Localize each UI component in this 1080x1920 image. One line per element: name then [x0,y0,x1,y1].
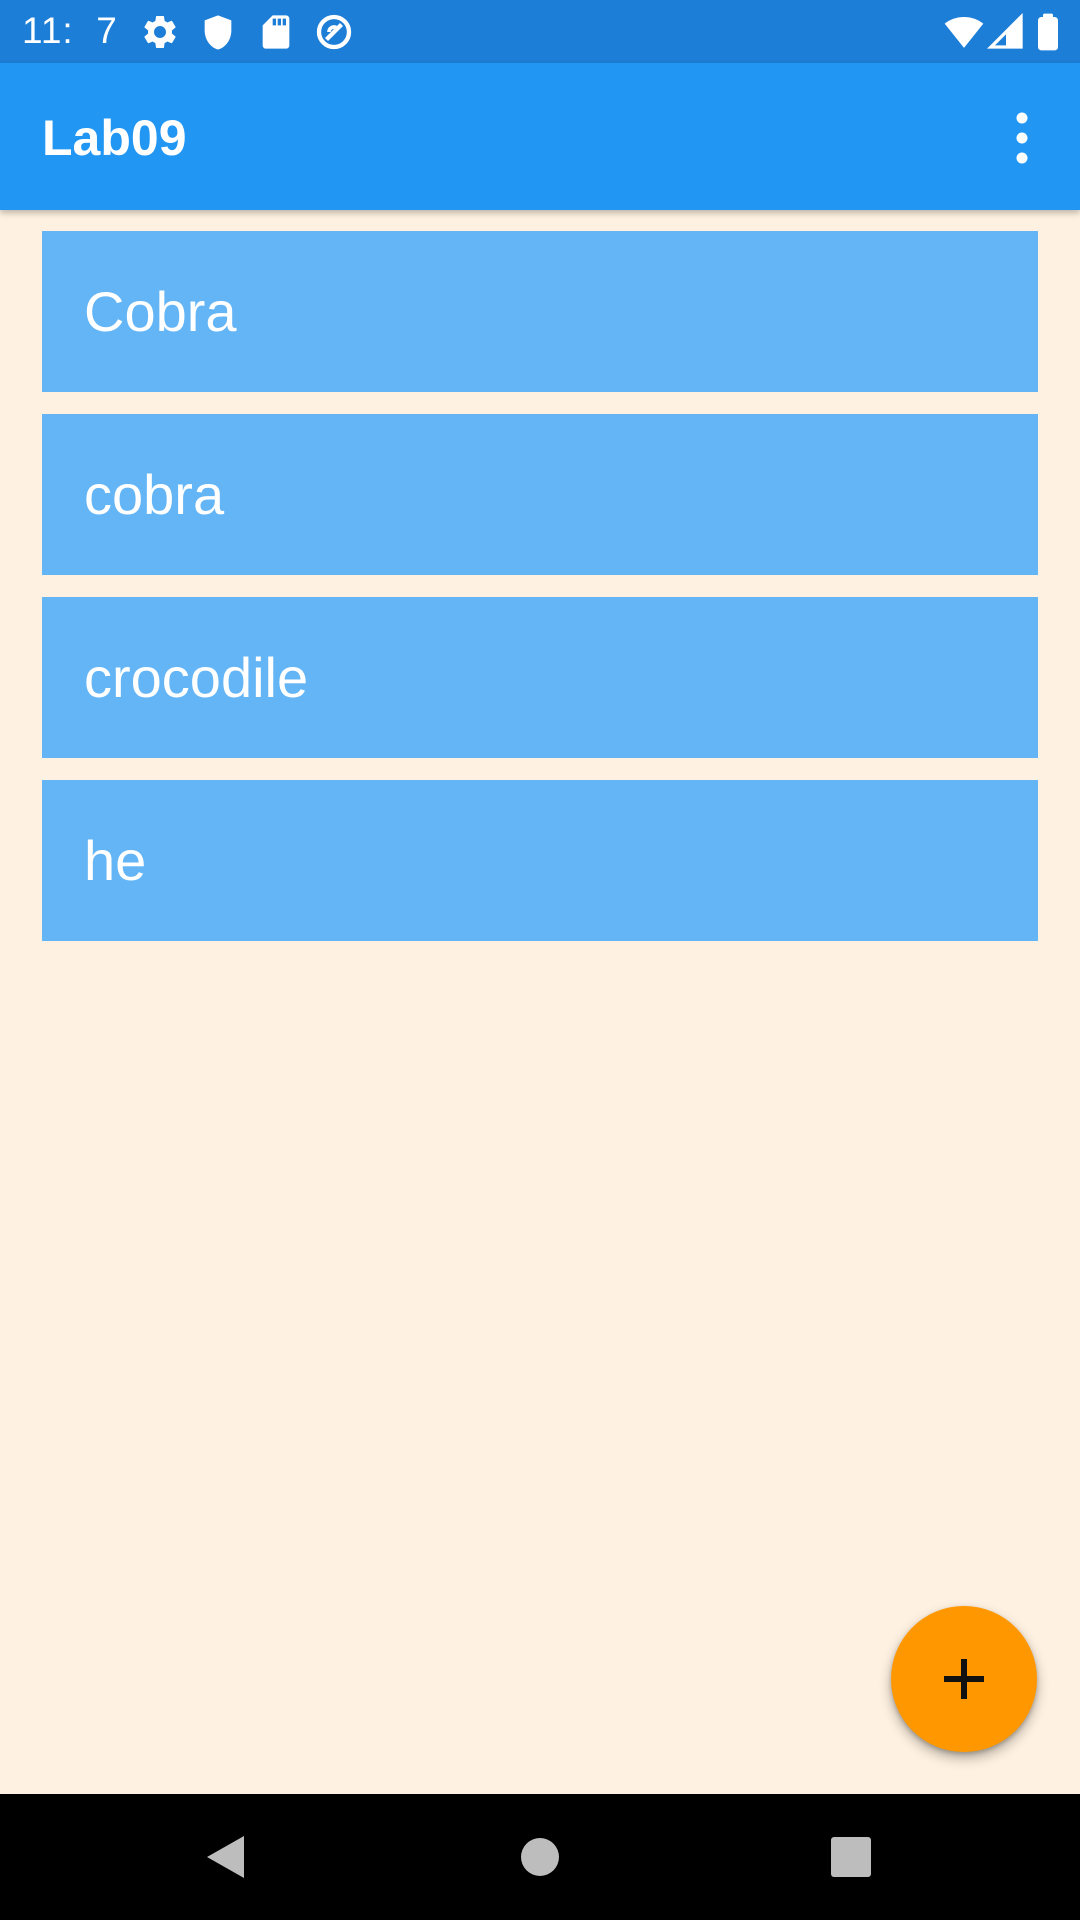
battery-icon [1030,12,1066,52]
cell-signal-icon [986,12,1026,52]
wifi-icon [944,12,984,52]
gear-icon [140,12,180,52]
app-bar: Lab09 [0,63,1080,210]
list-item-label: he [84,828,147,892]
status-bar: 11: 7 [0,0,1080,63]
add-fab-button[interactable] [891,1606,1037,1752]
home-icon[interactable] [507,1824,573,1890]
add-icon [926,1641,1002,1717]
list-item-label: crocodile [84,645,309,709]
list-item-label: cobra [84,462,225,526]
sync-disabled-icon [314,12,354,52]
list-item[interactable]: he [42,780,1038,941]
word-list: Cobra cobra crocodile he [42,231,1038,963]
app-title: Lab09 [42,110,187,166]
list-item[interactable]: crocodile [42,597,1038,758]
list-item[interactable]: cobra [42,414,1038,575]
recents-icon[interactable] [818,1824,884,1890]
back-icon[interactable] [194,1824,260,1890]
list-item-label: Cobra [84,279,237,343]
status-time: 11: 7 [22,10,118,51]
more-vert-icon[interactable] [998,109,1046,167]
sd-card-icon [256,12,296,52]
shield-icon [198,12,238,52]
navigation-bar [0,1794,1080,1920]
list-item[interactable]: Cobra [42,231,1038,392]
